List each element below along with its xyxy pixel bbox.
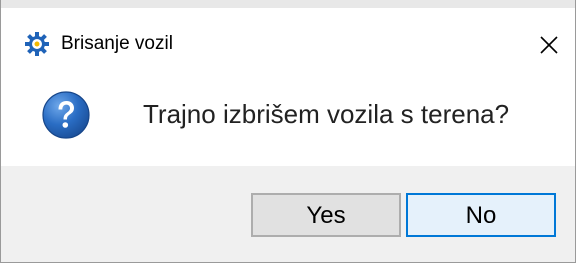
message-dialog: Brisanje vozil Trajno izbrišem vozila s … <box>0 0 576 263</box>
close-button[interactable] <box>519 16 575 76</box>
gear-icon <box>25 32 49 56</box>
close-icon <box>540 36 558 54</box>
dialog-message: Trajno izbrišem vozila s terena? <box>143 99 510 129</box>
question-icon <box>41 90 91 140</box>
no-button[interactable]: No <box>406 193 556 237</box>
yes-button[interactable]: Yes <box>251 193 401 237</box>
dialog-content: Trajno izbrišem vozila s terena? <box>1 76 575 164</box>
title-bar[interactable]: Brisanje vozil <box>1 8 575 76</box>
button-bar: Yes No <box>1 166 575 262</box>
window-top-edge <box>1 0 575 8</box>
window-title: Brisanje vozil <box>61 33 173 54</box>
